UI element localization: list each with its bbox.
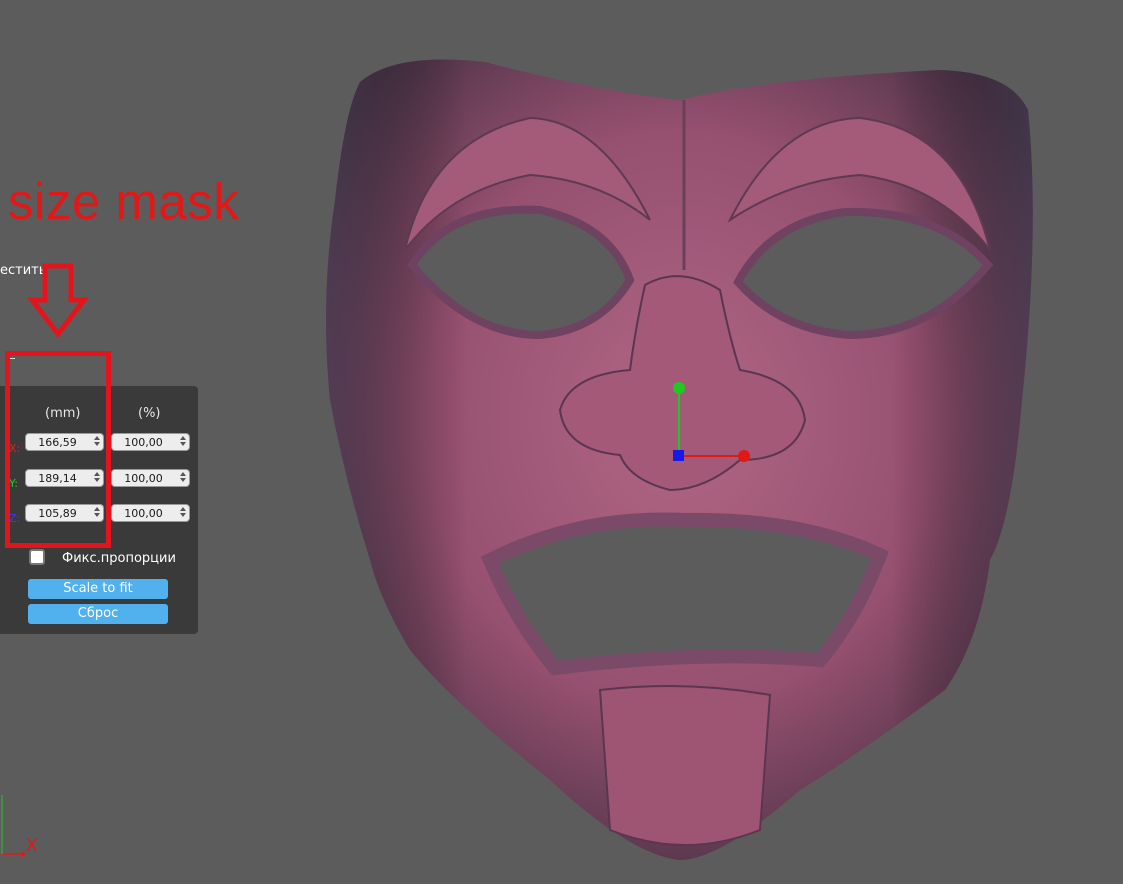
gizmo-x-handle bbox=[738, 450, 750, 462]
y-percent-input[interactable]: 100,00 bbox=[111, 469, 190, 487]
annotation-down-arrow-icon bbox=[26, 263, 90, 339]
column-header-percent: (%) bbox=[138, 406, 161, 421]
scale-to-fit-button[interactable]: Scale to fit bbox=[28, 579, 168, 599]
triad-x-label: X bbox=[26, 836, 38, 856]
spinner-arrows-icon[interactable] bbox=[180, 472, 186, 484]
x-percent-input[interactable]: 100,00 bbox=[111, 433, 190, 451]
z-percent-value: 100,00 bbox=[124, 507, 163, 520]
gizmo-z-handle bbox=[673, 450, 684, 461]
x-percent-value: 100,00 bbox=[124, 436, 163, 449]
spinner-arrows-icon[interactable] bbox=[180, 436, 186, 448]
annotation-highlight-box bbox=[5, 351, 111, 548]
gizmo-y-handle bbox=[673, 382, 685, 394]
reset-button[interactable]: Сброс bbox=[28, 604, 168, 624]
fix-proportions-label: Фикс.пропорции bbox=[62, 551, 176, 566]
fix-proportions-checkbox[interactable] bbox=[29, 549, 45, 565]
mask-3d-model[interactable] bbox=[300, 0, 1060, 884]
annotation-title: size mask bbox=[8, 173, 240, 230]
z-percent-input[interactable]: 100,00 bbox=[111, 504, 190, 522]
y-percent-value: 100,00 bbox=[124, 472, 163, 485]
axis-triad: X bbox=[1, 795, 38, 857]
spinner-arrows-icon[interactable] bbox=[180, 507, 186, 519]
mouth-hole bbox=[481, 512, 889, 676]
